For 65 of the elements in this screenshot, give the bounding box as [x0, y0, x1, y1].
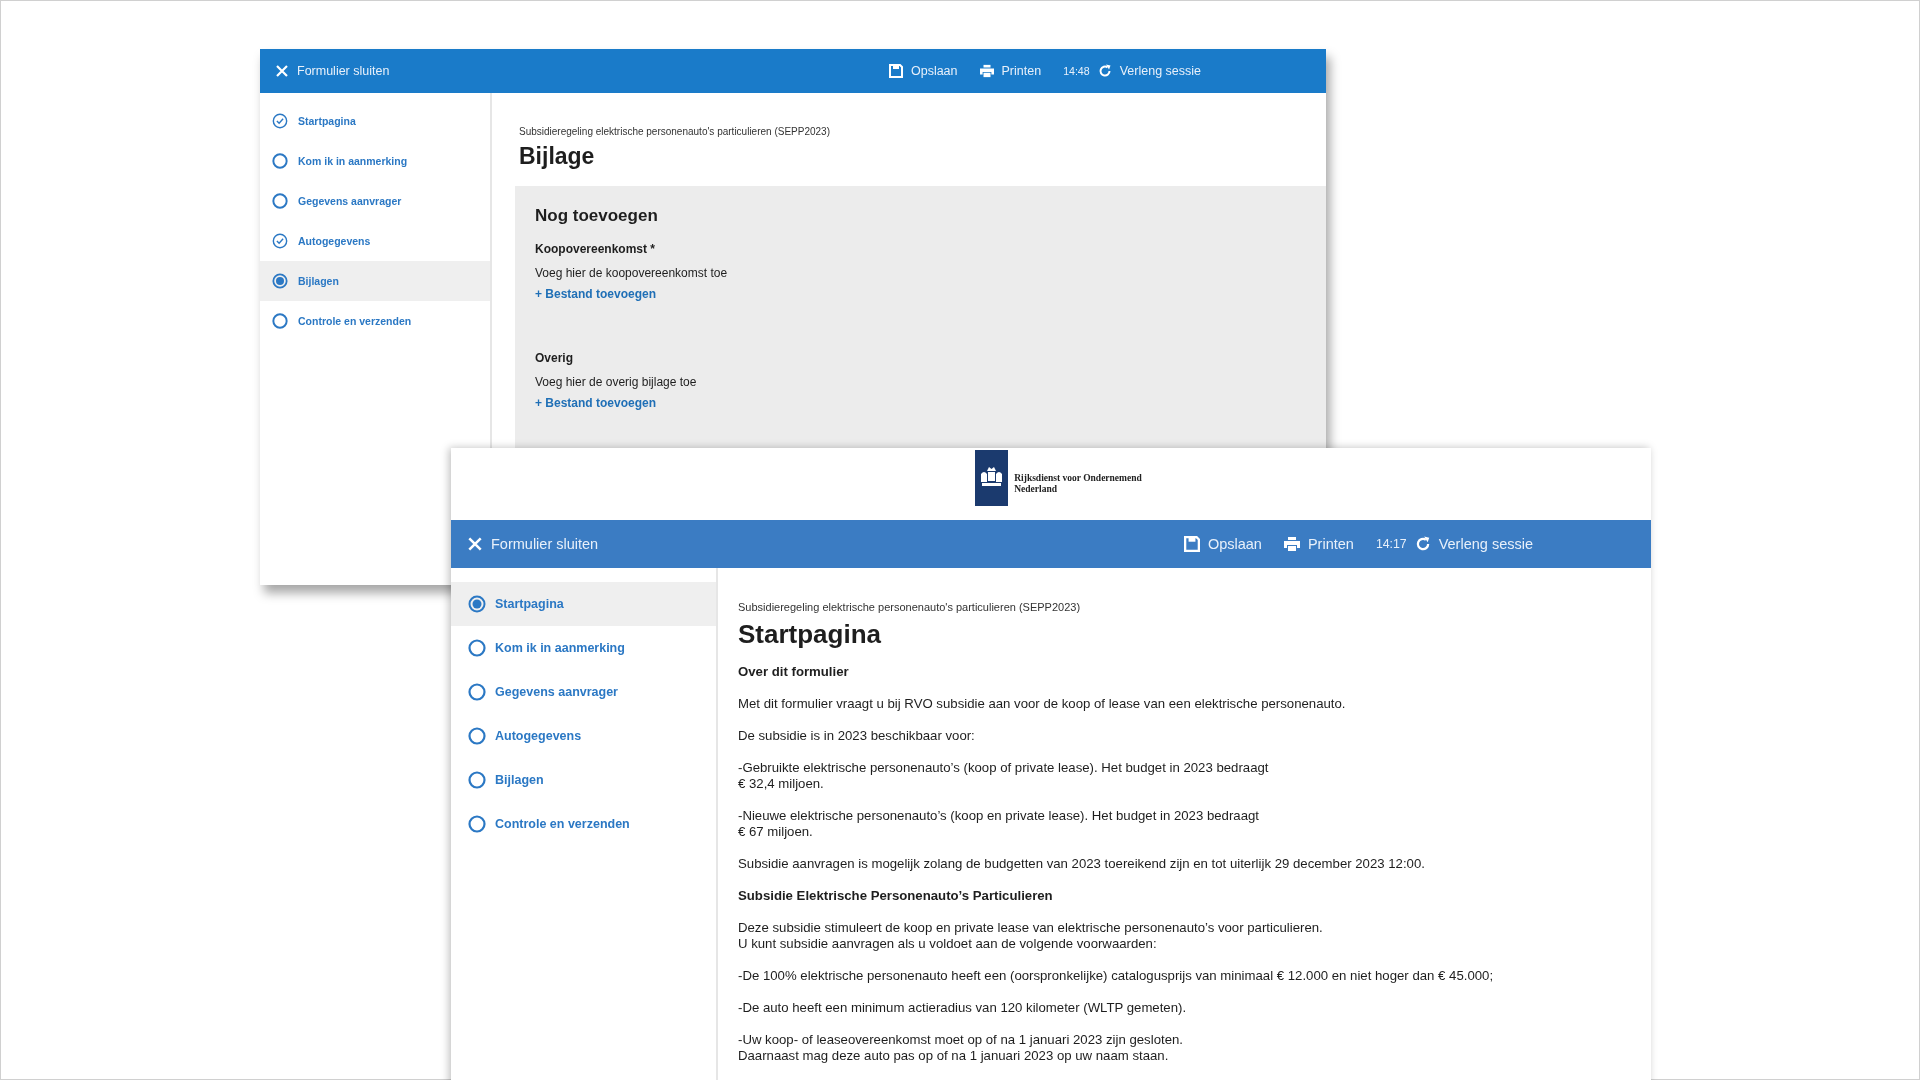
- circle-icon: [468, 639, 486, 657]
- check-circle-icon: [272, 233, 288, 249]
- form-subtitle: Subsidieregeling elektrische personenauto's particulieren (SEPP2023): [519, 126, 831, 137]
- save-button[interactable]: Opslaan: [1183, 536, 1262, 552]
- paragraph: Deze subsidie stimuleert de koop en private lease van elektrische personenauto’s voor particulieren. U kunt subsidie aanvragen als u voldoet aan de volgende voorwaarden:: [738, 920, 1324, 952]
- step-item[interactable]: Autogegevens: [260, 221, 490, 261]
- session-time: 14:48: [1063, 65, 1090, 77]
- field-hint: Voeg hier de overig bijlage toe: [535, 375, 698, 389]
- panel-title: Nog toevoegen: [535, 206, 659, 226]
- extend-session-button[interactable]: Verleng sessie: [1414, 536, 1533, 552]
- paragraph: Subsidie aanvragen is mogelijk zolang de budgetten van 2023 toereikend zijn en tot uiterlijk 29 december 2023 12:00.: [738, 856, 1426, 872]
- add-file-link[interactable]: + Bestand toevoegen: [535, 396, 657, 410]
- print-button[interactable]: Printen: [979, 64, 1042, 78]
- close-icon[interactable]: [275, 64, 289, 78]
- add-file-link[interactable]: + Bestand toevoegen: [535, 287, 657, 301]
- extend-session-button[interactable]: Verleng sessie: [1097, 64, 1201, 78]
- radio-icon: [468, 595, 486, 613]
- paragraph: -Gebruikte elektrische personenauto’s (koop of private lease). Het budget in 2023 bedraagt € 32,4 miljoen.: [738, 760, 1270, 792]
- paragraph: De subsidie is in 2023 beschikbaar voor:: [738, 728, 976, 744]
- radio-icon: [272, 273, 288, 289]
- check-circle-icon: [272, 113, 288, 129]
- form-subtitle: Subsidieregeling elektrische personenauto's particulieren (SEPP2023): [738, 601, 1082, 613]
- section-heading: Subsidie Elektrische Personenauto’s Particulieren: [738, 888, 1054, 904]
- circle-icon: [468, 683, 486, 701]
- organisation-name: Rijksdienst voor Ondernemend Nederland: [1014, 473, 1142, 495]
- paragraph: Met dit formulier vraagt u bij RVO subsidie aan voor de koop of lease van een elektrische personenauto.: [738, 696, 1347, 712]
- field-hint: Voeg hier de koopovereenkomst toe: [535, 266, 729, 280]
- close-form-button[interactable]: Formulier sluiten: [467, 536, 599, 552]
- section-heading: Over dit formulier: [738, 664, 850, 680]
- close-icon[interactable]: [467, 536, 483, 552]
- page-title: Bijlage: [519, 143, 596, 170]
- circle-icon: [468, 771, 486, 789]
- circle-icon: [272, 193, 288, 209]
- step-item[interactable]: Controle en verzenden: [451, 802, 716, 846]
- save-button[interactable]: Opslaan: [888, 64, 958, 78]
- step-item[interactable]: Kom ik in aanmerking: [451, 626, 716, 670]
- step-item[interactable]: Kom ik in aanmerking: [260, 141, 490, 181]
- page-title: Startpagina: [738, 619, 883, 650]
- save-icon[interactable]: [888, 64, 903, 78]
- step-item[interactable]: Bijlagen: [260, 261, 490, 301]
- refresh-icon[interactable]: [1414, 536, 1431, 552]
- step-item[interactable]: Gegevens aanvrager: [260, 181, 490, 221]
- step-item[interactable]: Autogegevens: [451, 714, 716, 758]
- paragraph: -Nieuwe elektrische personenauto’s (koop en private lease). Het budget in 2023 bedraagt € 67 miljoen.: [738, 808, 1260, 840]
- refresh-icon[interactable]: [1097, 64, 1112, 78]
- printer-icon[interactable]: [1283, 536, 1300, 552]
- field-label: Overig: [535, 351, 574, 365]
- save-icon[interactable]: [1183, 536, 1200, 552]
- step-item[interactable]: Startpagina: [451, 582, 716, 626]
- paragraph: -De 100% elektrische personenauto heeft een (oorspronkelijke) catalogusprijs van minimaal € 12.000 en niet hoger dan € 45.000;: [738, 968, 1495, 984]
- close-form-button[interactable]: Formulier sluiten: [275, 64, 390, 78]
- step-item[interactable]: Controle en verzenden: [260, 301, 490, 341]
- circle-icon: [468, 815, 486, 833]
- circle-icon: [272, 153, 288, 169]
- step-item[interactable]: Gegevens aanvrager: [451, 670, 716, 714]
- step-item[interactable]: Startpagina: [260, 101, 490, 141]
- print-button[interactable]: Printen: [1283, 536, 1354, 552]
- paragraph: -Uw koop- of leaseovereenkomst moet op of na 1 januari 2023 zijn gesloten. Daarnaast mag deze auto pas op of na 1 januari 2023 op uw naam staan.: [738, 1032, 1184, 1064]
- step-item[interactable]: Bijlagen: [451, 758, 716, 802]
- printer-icon[interactable]: [979, 64, 994, 78]
- circle-icon: [272, 313, 288, 329]
- field-label: Koopovereenkomst *: [535, 242, 657, 256]
- paragraph: -De auto heeft een minimum actieradius van 120 kilometer (WLTP gemeten).: [738, 1000, 1188, 1016]
- session-time: 14:17: [1375, 537, 1407, 551]
- circle-icon: [468, 727, 486, 745]
